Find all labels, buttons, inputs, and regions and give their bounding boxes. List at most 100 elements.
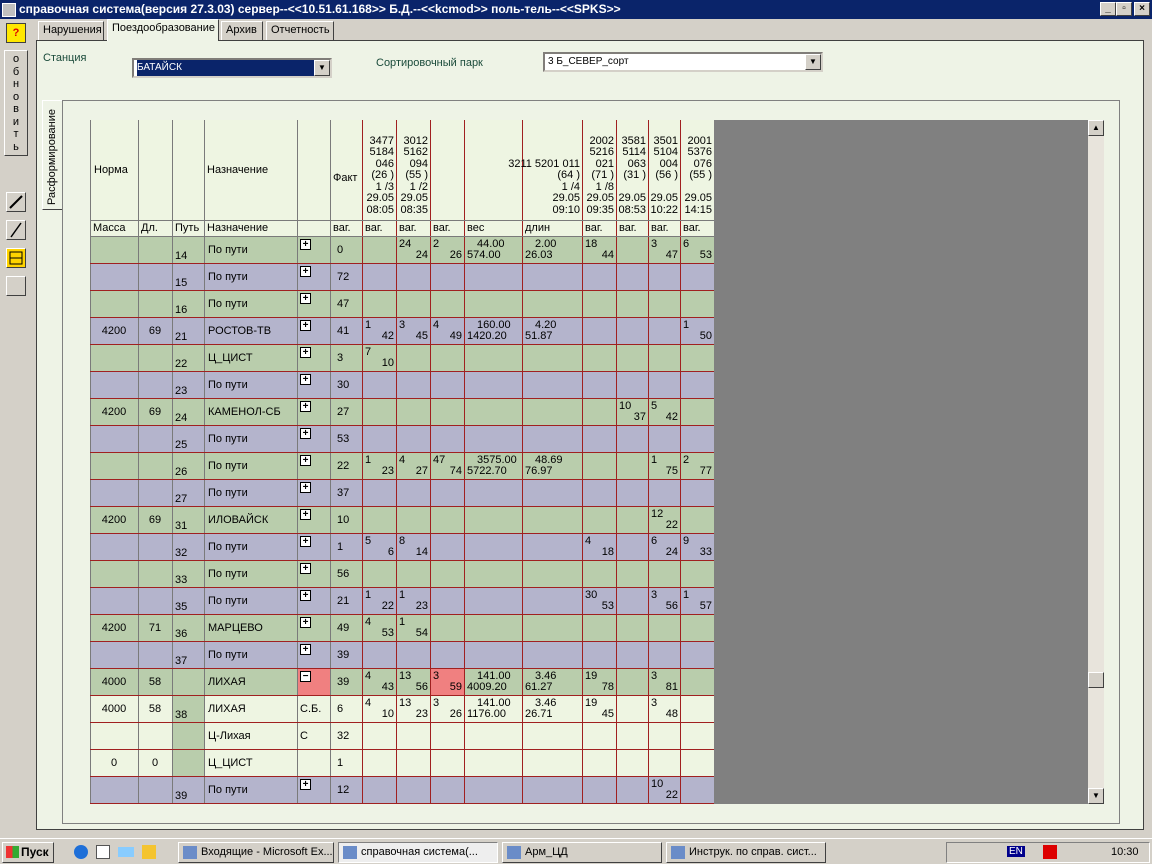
expand-icon[interactable]: + bbox=[300, 374, 311, 385]
refresh-button[interactable]: обновить bbox=[4, 50, 28, 156]
cell-value-bottom: 78 bbox=[601, 681, 614, 693]
cell-mass: 0 bbox=[110, 757, 118, 769]
cell-fakt: 1 bbox=[337, 541, 344, 553]
cell-value-bottom: 56 bbox=[665, 600, 678, 612]
close-button[interactable]: × bbox=[1134, 2, 1150, 16]
taskbar-task[interactable]: Арм_ЦД bbox=[502, 842, 662, 863]
help-button[interactable]: ? bbox=[6, 23, 26, 43]
train-header-line: 5114 bbox=[622, 146, 646, 158]
cell-value-bottom: 1176.00 bbox=[467, 708, 506, 720]
scroll-thumb[interactable] bbox=[1088, 672, 1104, 688]
cell-path: 15 bbox=[175, 277, 188, 289]
tab-3[interactable]: Отчетность bbox=[266, 21, 334, 40]
minimize-button[interactable]: _ bbox=[1100, 2, 1116, 16]
cell-path: 24 bbox=[175, 412, 188, 424]
train-header-line: 094 bbox=[409, 157, 428, 170]
tab-rasformirovanie[interactable]: Расформирование bbox=[42, 100, 62, 210]
cell-value-top: 3 bbox=[651, 238, 658, 250]
start-button[interactable]: Пуск bbox=[2, 842, 54, 863]
tab-2[interactable]: Архив bbox=[221, 21, 263, 40]
cell-dest: По пути bbox=[208, 784, 248, 796]
expand-icon[interactable]: + bbox=[300, 536, 311, 547]
row-left bbox=[90, 749, 172, 776]
train-header-line: 1 /3 bbox=[375, 180, 394, 193]
cell-path: 35 bbox=[175, 601, 188, 613]
expand-icon[interactable]: + bbox=[300, 509, 311, 520]
train-header-line: 063 bbox=[627, 157, 646, 170]
window-title: справочная система(версия 27.3.03) серве… bbox=[19, 2, 621, 16]
cell-value-bottom: 1420.20 bbox=[467, 330, 507, 342]
scroll-up-button[interactable]: ▲ bbox=[1088, 120, 1104, 136]
taskbar-task[interactable]: Входящие - Microsoft Ex... bbox=[178, 842, 334, 863]
expand-icon[interactable]: + bbox=[300, 563, 311, 574]
app-launch-icon[interactable] bbox=[142, 845, 156, 859]
blank-tool-button[interactable] bbox=[6, 276, 26, 296]
chevron-down-icon[interactable]: ▼ bbox=[314, 60, 330, 76]
expand-icon[interactable]: + bbox=[300, 320, 311, 331]
cell-value-top: 4 bbox=[399, 454, 406, 466]
chevron-down-icon[interactable]: ▼ bbox=[805, 54, 821, 70]
cell-value-bottom: 77 bbox=[699, 465, 712, 477]
train-header-line: 29.05 bbox=[650, 192, 678, 204]
cell-fakt: 0 bbox=[337, 244, 344, 256]
cell-fakt: 6 bbox=[337, 703, 344, 715]
expand-icon[interactable]: + bbox=[300, 617, 311, 628]
cell-value-bottom: 53 bbox=[601, 600, 614, 612]
cell-value-top: 3 bbox=[399, 319, 406, 331]
tab-0[interactable]: Нарушения bbox=[38, 21, 104, 40]
cell-value-bottom: 6 bbox=[387, 546, 394, 558]
expand-icon[interactable]: + bbox=[300, 347, 311, 358]
expand-icon[interactable]: + bbox=[300, 401, 311, 412]
expand-icon[interactable]: + bbox=[300, 266, 311, 277]
expand-icon[interactable]: + bbox=[300, 590, 311, 601]
ie-icon[interactable] bbox=[74, 845, 88, 859]
park-select[interactable]: 3 Б_СЕВЕР_сорт ▼ bbox=[543, 52, 823, 72]
cell-dest: По пути bbox=[208, 433, 248, 445]
refresh-letter: о bbox=[12, 90, 20, 103]
tab-1[interactable]: Поездообразование bbox=[107, 19, 219, 41]
cell-mass: 4200 bbox=[101, 514, 127, 526]
cell-dest: По пути bbox=[208, 271, 248, 283]
collapse-icon[interactable]: − bbox=[300, 671, 311, 682]
expand-icon[interactable]: + bbox=[300, 293, 311, 304]
expand-icon[interactable]: + bbox=[300, 239, 311, 250]
cell-fakt: 27 bbox=[337, 406, 350, 418]
scroll-down-button[interactable]: ▼ bbox=[1088, 788, 1104, 804]
expand-icon[interactable]: + bbox=[300, 779, 311, 790]
cell-value-bottom: 33 bbox=[699, 546, 712, 558]
antivirus-icon[interactable] bbox=[1043, 845, 1057, 859]
cell-value-bottom: 49 bbox=[449, 330, 462, 342]
title-bar[interactable]: справочная система(версия 27.3.03) серве… bbox=[0, 0, 1152, 19]
cell-value-bottom: 53 bbox=[381, 627, 394, 639]
edit-icon[interactable] bbox=[6, 192, 26, 212]
windows-logo-icon bbox=[6, 846, 19, 858]
refresh-letter: о bbox=[12, 53, 20, 65]
taskbar-task[interactable]: Инструк. по справ. сист... bbox=[666, 842, 826, 863]
pencil-icon bbox=[9, 195, 23, 209]
cell-value-top: 3 bbox=[651, 589, 658, 601]
cell-dest: ИЛОВАЙСК bbox=[208, 514, 269, 526]
cell-value-bottom: 22 bbox=[381, 600, 394, 612]
cell-path: 23 bbox=[175, 385, 188, 397]
station-select[interactable]: БАТАЙСК ▼ bbox=[132, 58, 332, 78]
cell-value-bottom: 45 bbox=[601, 708, 614, 720]
maximize-button[interactable]: ▫ bbox=[1116, 2, 1132, 16]
expand-icon[interactable]: + bbox=[300, 455, 311, 466]
train-header-line: 5376 bbox=[687, 146, 712, 158]
vertical-scrollbar[interactable]: ▲ ▼ bbox=[1088, 120, 1104, 804]
draw-icon[interactable] bbox=[6, 220, 26, 240]
subheader-cell: ваг. bbox=[365, 222, 383, 234]
cell-path: 36 bbox=[175, 628, 188, 640]
train-header-line: (55 ) bbox=[405, 169, 428, 181]
expand-icon[interactable]: + bbox=[300, 428, 311, 439]
cell-path: 38 bbox=[175, 709, 188, 721]
data-grid[interactable]: Норма Назначение Факт 3477 5184 046 (26 ) 1 /3 2… bbox=[90, 120, 714, 804]
table-icon[interactable] bbox=[6, 248, 26, 268]
outlook-icon[interactable] bbox=[96, 845, 110, 859]
language-indicator[interactable]: EN bbox=[1007, 846, 1025, 857]
taskbar-task[interactable]: справочная система(... bbox=[338, 842, 498, 863]
desktop-icon[interactable] bbox=[118, 847, 134, 857]
expand-icon[interactable]: + bbox=[300, 644, 311, 655]
expand-icon[interactable]: + bbox=[300, 482, 311, 493]
park-label: Сортировочный парк bbox=[376, 57, 483, 69]
